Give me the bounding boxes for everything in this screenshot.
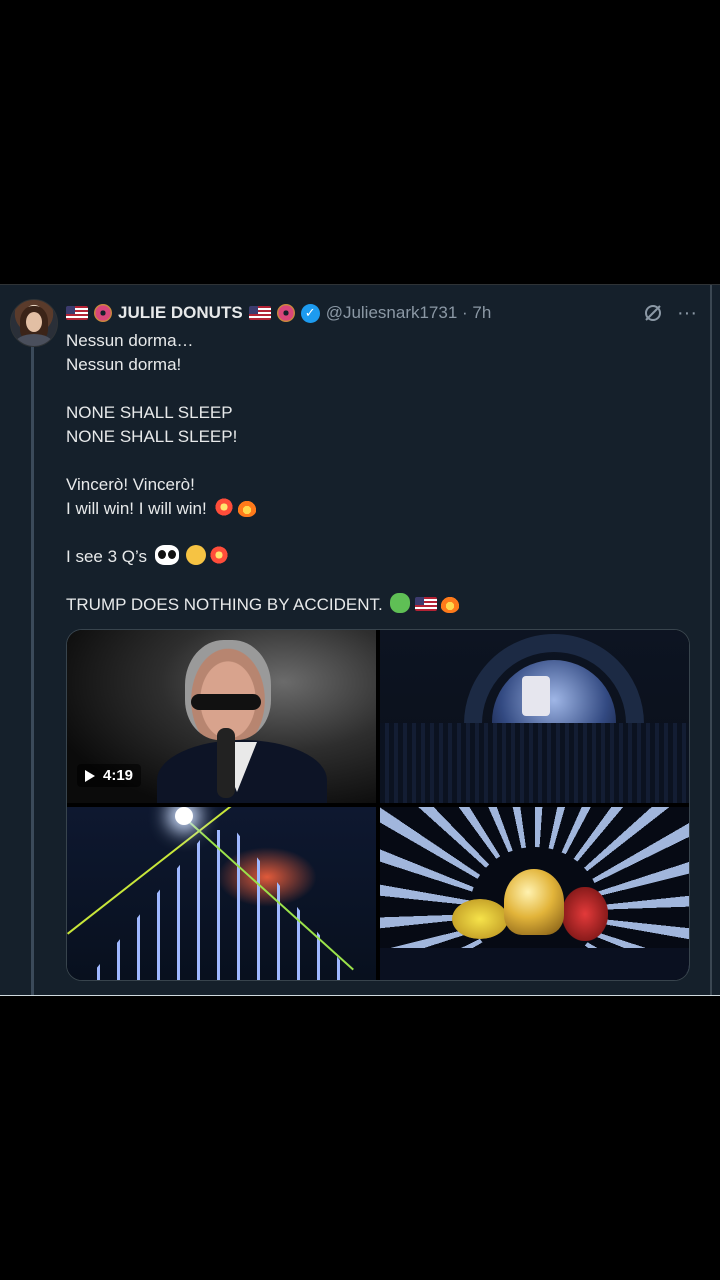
text-line: I will win! I will win!: [66, 499, 207, 518]
stage-statue: [522, 676, 550, 716]
avatar-shoulders: [15, 334, 53, 346]
fire-icon: [237, 497, 258, 517]
grok-icon[interactable]: [642, 302, 668, 324]
text-line: I see 3 Q’s: [66, 547, 147, 566]
thread-line: [31, 345, 34, 995]
media-image-tile[interactable]: [380, 630, 689, 803]
author-handle-time[interactable]: @Juliesnark1731 · 7h: [326, 303, 492, 323]
avatar[interactable]: [10, 299, 58, 347]
post-card[interactable]: JULIE DONUTS ✓ @Juliesnark1731 · 7h ··· …: [0, 284, 720, 996]
eyes-icon: [154, 545, 179, 565]
author-name[interactable]: JULIE DONUTS: [118, 303, 243, 323]
post-header: JULIE DONUTS ✓ @Juliesnark1731 · 7h ···: [66, 299, 700, 327]
us-flag-icon: [415, 597, 438, 611]
crowd: [380, 723, 689, 803]
media-video-tile[interactable]: 4:19: [67, 630, 376, 803]
more-icon[interactable]: ···: [674, 302, 700, 325]
spotlight: [175, 807, 193, 825]
trophy: [504, 869, 564, 935]
text-line: TRUMP DOES NOTHING BY ACCIDENT.: [66, 595, 383, 614]
text-line: Nessun dorma!: [66, 355, 182, 374]
video-duration-badge[interactable]: 4:19: [77, 764, 142, 787]
donut-icon: [276, 304, 295, 322]
text-line-group: I see 3 Q’s: [66, 545, 666, 569]
verified-badge-icon[interactable]: ✓: [300, 303, 320, 323]
fire-icon: [440, 593, 461, 613]
media-grid[interactable]: 4:19: [66, 629, 690, 981]
frog-icon: [390, 593, 411, 613]
play-icon: [85, 769, 95, 782]
media-image-tile[interactable]: [67, 807, 376, 980]
red-prop: [562, 887, 608, 941]
video-duration: 4:19: [103, 767, 134, 784]
text-line: Vincerò! Vincerò!: [66, 475, 195, 494]
us-flag-icon: [248, 306, 271, 320]
stage-floor: [380, 948, 689, 980]
smirk-icon: [186, 545, 207, 565]
singer-glasses: [191, 694, 261, 710]
text-line-group: TRUMP DOES NOTHING BY ACCIDENT.: [66, 593, 666, 617]
text-line: Nessun dorma…: [66, 331, 194, 350]
avatar-face: [26, 312, 42, 332]
scroll-edge: [710, 285, 712, 995]
microphone: [217, 728, 235, 798]
singer-head: [185, 640, 271, 740]
donut-icon: [94, 304, 112, 322]
text-line-group: I will win! I will win!: [66, 497, 666, 521]
media-image-tile[interactable]: [380, 807, 689, 980]
us-flag-icon: [66, 306, 88, 320]
collision-icon: [209, 545, 230, 565]
collision-icon: [214, 497, 235, 517]
post-text: Nessun dorma… Nessun dorma! NONE SHALL S…: [66, 329, 666, 641]
text-line: NONE SHALL SLEEP!: [66, 427, 238, 446]
text-line: NONE SHALL SLEEP: [66, 403, 233, 422]
yellow-prop: [452, 899, 508, 939]
